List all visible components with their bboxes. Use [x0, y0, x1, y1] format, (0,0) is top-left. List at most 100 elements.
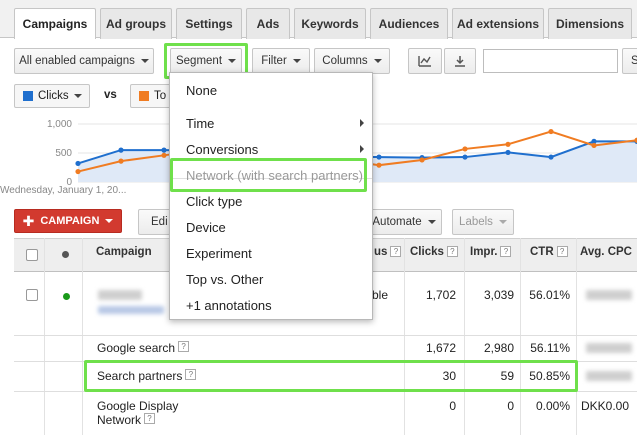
- redacted-cpc: [586, 371, 632, 381]
- col-status[interactable]: us?: [374, 239, 402, 273]
- segment-option-label: +1 annotations: [186, 297, 272, 313]
- search-button-label: S: [631, 55, 637, 67]
- search-input[interactable]: [483, 49, 618, 73]
- segment-option-label: None: [186, 82, 218, 98]
- data-point: [75, 160, 81, 167]
- select-all-checkbox[interactable]: [26, 249, 38, 261]
- network-display-line1: Google Display: [97, 399, 179, 413]
- data-point: [118, 158, 124, 164]
- segment-option-time[interactable]: Time: [170, 110, 372, 136]
- col-impr[interactable]: Impr.?: [470, 239, 512, 273]
- data-point: [118, 147, 124, 153]
- segment-option-click-type[interactable]: Click type: [170, 188, 372, 214]
- cell-clicks: 0: [449, 399, 456, 413]
- segment-option-label: Time: [186, 115, 215, 131]
- col-ctr[interactable]: CTR?: [530, 239, 568, 273]
- chevron-down-icon: [73, 94, 82, 98]
- segment-option-plus1[interactable]: +1 annotations: [170, 292, 372, 318]
- help-icon[interactable]: ?: [446, 246, 458, 257]
- segment-button[interactable]: Segment: [170, 48, 242, 74]
- chart-y-ticks: 1,0005000: [47, 119, 72, 188]
- download-icon: [455, 56, 465, 67]
- add-campaign-label: CAMPAIGN: [40, 215, 100, 227]
- cell-ctr: 50.85%: [529, 369, 570, 383]
- col-clicks-label: Clicks: [410, 246, 444, 258]
- redacted-cpc: [586, 290, 632, 300]
- segment-option-label: Device: [186, 219, 226, 235]
- segment-option-conversions[interactable]: Conversions: [170, 136, 372, 162]
- network-google-search-label: Google search: [97, 341, 176, 355]
- row-status: ble: [372, 288, 389, 302]
- vs-label: vs: [104, 89, 117, 101]
- chevron-right-icon: [360, 145, 364, 153]
- status-dot-header: [62, 239, 69, 273]
- segment-option-none[interactable]: None: [170, 77, 372, 103]
- clicks-swatch: [23, 91, 33, 101]
- columns-label: Columns: [322, 55, 368, 67]
- help-icon[interactable]: ?: [500, 246, 512, 257]
- redacted-cpc: [586, 343, 632, 353]
- automate-label: Automate: [372, 216, 422, 228]
- tab-dimensions[interactable]: Dimensions: [548, 8, 632, 39]
- tab-campaigns[interactable]: Campaigns: [14, 8, 96, 39]
- columns-button[interactable]: Columns: [314, 48, 390, 74]
- cell-impr: 3,039: [483, 288, 514, 302]
- status-dot-icon: [62, 251, 69, 258]
- filter-button[interactable]: Filter: [252, 48, 310, 74]
- labels-button[interactable]: Labels: [452, 209, 514, 235]
- segment-option-device[interactable]: Device: [170, 214, 372, 240]
- tab-audiences[interactable]: Audiences: [370, 8, 448, 39]
- download-button[interactable]: [444, 48, 476, 74]
- cell-impr: 0: [507, 399, 514, 413]
- help-icon[interactable]: ?: [185, 369, 197, 380]
- col-avg-cpc-label: Avg. CPC: [580, 246, 632, 258]
- metric2-swatch: [139, 91, 149, 101]
- tab-ad-groups[interactable]: Ad groups: [100, 8, 172, 39]
- help-icon[interactable]: ?: [556, 246, 568, 257]
- tab-ad-extensions[interactable]: Ad extensions: [452, 8, 544, 39]
- redacted-campaign-name: [98, 290, 142, 300]
- filter-label: Filter: [261, 55, 287, 67]
- tab-keywords[interactable]: Keywords: [294, 8, 366, 39]
- network-google-display: Google Display Network?: [97, 399, 178, 427]
- data-point: [161, 147, 167, 153]
- select-all-cell: [26, 239, 38, 273]
- data-point: [462, 154, 468, 160]
- segment-option-label: Conversions: [186, 141, 259, 157]
- chart-toggle-button[interactable]: [408, 48, 442, 74]
- cell-impr: 2,980: [483, 341, 514, 355]
- tab-ads[interactable]: Ads: [246, 8, 290, 39]
- metric2-label: To: [154, 90, 167, 102]
- col-avg-cpc[interactable]: Avg. CPC: [580, 239, 632, 273]
- help-icon[interactable]: ?: [178, 341, 190, 352]
- tab-bar: Campaigns Ad groups Settings Ads Keyword…: [0, 0, 637, 39]
- segment-option-top-vs-other[interactable]: Top vs. Other: [170, 266, 372, 292]
- row-checkbox[interactable]: [26, 289, 38, 301]
- data-point: [462, 146, 468, 152]
- col-status-label: us: [374, 246, 388, 258]
- add-campaign-button[interactable]: ✚ CAMPAIGN: [14, 209, 122, 233]
- metric1-selector[interactable]: Clicks: [14, 84, 90, 108]
- col-campaign[interactable]: Campaign: [96, 239, 152, 273]
- chevron-down-icon: [427, 220, 436, 224]
- data-point: [419, 157, 425, 163]
- chevron-down-icon: [228, 59, 237, 63]
- col-clicks[interactable]: Clicks?: [410, 239, 458, 273]
- network-search-partners-label: Search partners: [97, 369, 183, 383]
- cell-impr: 59: [500, 369, 514, 383]
- help-icon[interactable]: ?: [390, 246, 402, 257]
- cell-clicks: 1,672: [425, 341, 456, 355]
- segment-option-network[interactable]: Network (with search partners): [170, 162, 372, 188]
- chart-date-label: Wednesday, January 1, 20...: [0, 185, 127, 196]
- help-icon[interactable]: ?: [144, 413, 156, 424]
- segment-option-label: Network (with search partners): [186, 167, 363, 183]
- campaign-filter-dropdown[interactable]: All enabled campaigns: [14, 48, 154, 74]
- col-impr-label: Impr.: [470, 246, 498, 258]
- campaign-filter-label: All enabled campaigns: [19, 55, 135, 67]
- tab-settings[interactable]: Settings: [176, 8, 242, 39]
- segment-option-experiment[interactable]: Experiment: [170, 240, 372, 266]
- chevron-down-icon: [292, 59, 301, 63]
- search-button[interactable]: S: [622, 48, 637, 74]
- automate-button[interactable]: Automate: [366, 209, 442, 235]
- line-chart-icon: [418, 56, 431, 67]
